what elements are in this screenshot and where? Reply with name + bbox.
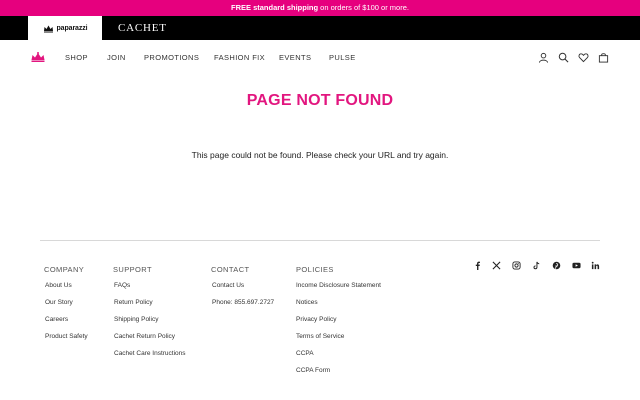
footer-link-terms-of-service[interactable]: Terms of Service xyxy=(296,333,344,340)
footer-divider xyxy=(40,240,600,241)
nav-item-events[interactable]: EVENTS xyxy=(279,53,311,62)
footer-link-privacy-policy[interactable]: Privacy Policy xyxy=(296,316,336,323)
promo-banner: FREE standard shipping on orders of $100… xyxy=(0,0,640,16)
footer-link-contact-us[interactable]: Contact Us xyxy=(212,282,244,289)
footer-link-faqs[interactable]: FAQs xyxy=(114,282,130,289)
instagram-icon[interactable] xyxy=(512,261,521,270)
footer-link-phone[interactable]: Phone: 855.697.2727 xyxy=(212,299,274,306)
main-nav: SHOP JOIN PROMOTIONS FASHION FIX EVENTS … xyxy=(0,40,640,76)
not-found-message: This page could not be found. Please che… xyxy=(191,150,449,160)
paparazzi-brand-tab[interactable]: paparazzi xyxy=(28,16,102,40)
footer-link-ccpa-form[interactable]: CCPA Form xyxy=(296,367,330,374)
nav-item-pulse[interactable]: PULSE xyxy=(329,53,356,62)
crown-icon xyxy=(43,25,53,32)
youtube-icon[interactable] xyxy=(572,261,581,270)
footer-heading-policies: POLICIES xyxy=(296,265,334,274)
footer-link-careers[interactable]: Careers xyxy=(45,316,68,323)
footer-link-product-safety[interactable]: Product Safety xyxy=(45,333,88,340)
footer-heading-support: SUPPORT xyxy=(113,265,152,274)
nav-item-fashion-fix[interactable]: FASHION FIX xyxy=(214,53,265,62)
pinterest-icon[interactable] xyxy=(552,261,561,270)
footer-link-about-us[interactable]: About Us xyxy=(45,282,72,289)
nav-item-promotions[interactable]: PROMOTIONS xyxy=(144,53,199,62)
nav-item-shop[interactable]: SHOP xyxy=(65,53,88,62)
footer-link-notices[interactable]: Notices xyxy=(296,299,318,306)
x-icon[interactable] xyxy=(492,261,501,270)
page-title: PAGE NOT FOUND xyxy=(246,92,394,109)
wishlist-heart-icon[interactable] xyxy=(578,52,589,63)
tiktok-icon[interactable] xyxy=(532,261,541,270)
facebook-icon[interactable] xyxy=(473,261,482,270)
footer-link-ccpa[interactable]: CCPA xyxy=(296,350,314,357)
footer-heading-company: COMPANY xyxy=(44,265,85,274)
paparazzi-brand-label: paparazzi xyxy=(56,24,88,32)
promo-rest-text: on orders of $100 or more. xyxy=(318,3,409,12)
footer-link-shipping-policy[interactable]: Shipping Policy xyxy=(114,316,158,323)
promo-bold-text: FREE standard shipping xyxy=(231,3,319,12)
paparazzi-crown-logo[interactable] xyxy=(30,51,46,63)
footer-link-cachet-care-instructions[interactable]: Cachet Care Instructions xyxy=(114,350,186,357)
footer-link-income-disclosure[interactable]: Income Disclosure Statement xyxy=(296,282,381,289)
brand-switcher-bar: paparazzi CACHET xyxy=(0,16,640,40)
cachet-brand-tab[interactable]: CACHET xyxy=(118,16,167,40)
footer-link-cachet-return-policy[interactable]: Cachet Return Policy xyxy=(114,333,175,340)
footer-link-return-policy[interactable]: Return Policy xyxy=(114,299,153,306)
search-icon[interactable] xyxy=(558,52,569,63)
shopping-bag-icon[interactable] xyxy=(598,52,609,63)
footer-heading-contact: CONTACT xyxy=(211,265,250,274)
nav-item-join[interactable]: JOIN xyxy=(107,53,126,62)
linkedin-icon[interactable] xyxy=(591,261,600,270)
account-icon[interactable] xyxy=(538,52,549,63)
footer-link-our-story[interactable]: Our Story xyxy=(45,299,73,306)
